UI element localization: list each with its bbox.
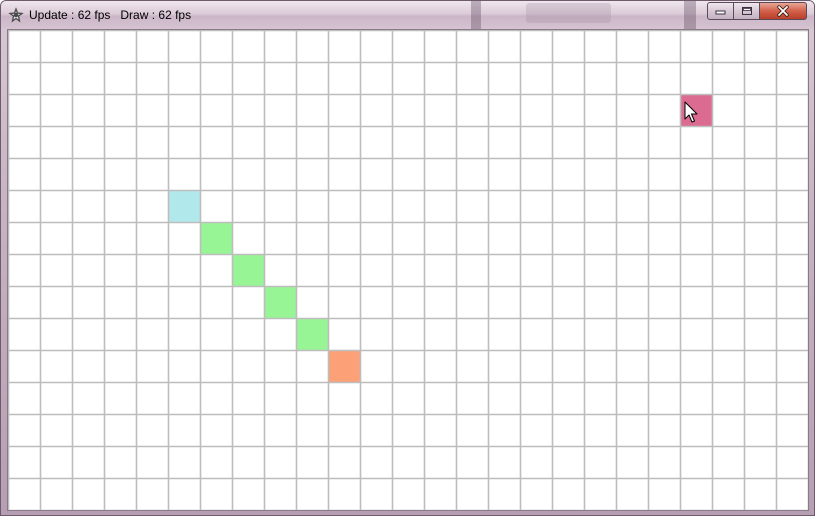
snake-body-cell	[233, 255, 264, 286]
app-icon	[8, 7, 24, 23]
title-bar[interactable]: Update : 62 fps Draw : 62 fps	[1, 1, 814, 29]
snake-head-cell	[169, 191, 200, 222]
minimize-icon	[715, 10, 726, 15]
maximize-button[interactable]	[734, 2, 760, 20]
caption-buttons	[707, 2, 807, 20]
game-grid[interactable]	[8, 30, 808, 510]
game-window: Update : 62 fps Draw : 62 fps	[0, 0, 815, 516]
snake-body-cell	[297, 319, 328, 350]
window-title: Update : 62 fps Draw : 62 fps	[29, 8, 192, 22]
maximize-icon	[741, 7, 752, 15]
snake-body-cell	[265, 287, 296, 318]
snake-body-cell	[201, 223, 232, 254]
minimize-button[interactable]	[707, 2, 734, 20]
close-icon	[777, 5, 789, 17]
snake-tail-cell	[329, 351, 360, 382]
game-canvas[interactable]	[7, 29, 809, 511]
close-button[interactable]	[760, 2, 807, 20]
